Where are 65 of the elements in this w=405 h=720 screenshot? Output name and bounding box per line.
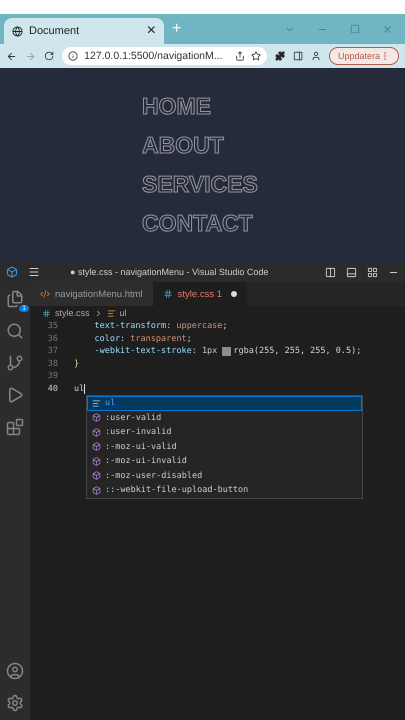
code-line: text-transform: uppercase; — [93, 321, 228, 332]
code-icon — [40, 289, 50, 299]
hash-icon — [42, 308, 51, 318]
customize-layout-icon[interactable] — [367, 266, 378, 278]
suggestion-item[interactable]: :-moz-ui-invalid — [87, 454, 362, 468]
unsaved-dot-icon[interactable] — [231, 291, 238, 297]
editor-tab[interactable]: navigationMenu.html — [30, 282, 153, 306]
breadcrumb-item[interactable]: style.css — [55, 308, 90, 318]
text-cursor — [84, 384, 86, 394]
code-line: color: transparent; — [93, 334, 192, 344]
settings-icon[interactable] — [6, 694, 24, 712]
update-button[interactable]: Uppdatera — [328, 47, 400, 65]
browser-tab[interactable]: Document × — [4, 18, 164, 44]
bookmark-star-icon[interactable] — [250, 51, 261, 61]
address-field[interactable]: 127.0.0.1:5500/navigationM... — [62, 47, 267, 65]
close-tab-button[interactable]: × — [146, 22, 156, 40]
line-number: 38 — [46, 358, 59, 369]
share-icon[interactable] — [234, 51, 245, 61]
suggestion-item[interactable]: :-moz-ui-valid — [87, 440, 362, 454]
source-control-icon[interactable] — [6, 354, 24, 372]
reload-icon[interactable] — [44, 50, 54, 62]
layout-icon[interactable] — [325, 266, 336, 278]
account-icon[interactable] — [6, 662, 24, 680]
url-text: 127.0.0.1:5500/navigationM... — [84, 50, 223, 62]
suggestion-item[interactable]: :-moz-user-disabled — [87, 468, 362, 483]
nav-link[interactable]: SERVICES — [142, 172, 258, 196]
suggestion-item[interactable]: ::-webkit-file-upload-button — [87, 483, 362, 498]
explorer-icon[interactable] — [6, 290, 24, 308]
cube-icon — [92, 428, 101, 437]
menu-icon[interactable] — [28, 266, 40, 278]
panel-icon[interactable] — [346, 266, 357, 278]
cube-icon — [92, 456, 101, 466]
run-debug-icon[interactable] — [6, 386, 24, 404]
cube-icon — [92, 442, 101, 452]
cube-icon — [92, 471, 101, 480]
puzzle-icon[interactable] — [274, 50, 285, 62]
info-icon — [68, 51, 78, 61]
profile-icon[interactable] — [310, 50, 321, 62]
tab-title: Document — [29, 25, 80, 37]
cube-icon — [92, 413, 101, 422]
keyword-icon — [92, 398, 101, 408]
suggestion-item[interactable]: ul — [87, 396, 362, 410]
code-line: -webkit-text-stroke: 1px rgba(255, 255, 255, 0.5); — [93, 346, 362, 356]
code-line: ul — [74, 384, 84, 394]
editor-tab[interactable]: style.css 1 — [152, 282, 248, 306]
cube-icon — [92, 486, 101, 495]
line-number: 37 — [46, 346, 59, 356]
suggestion-item[interactable]: :user-invalid — [87, 425, 362, 440]
window-title: ● style.css - navigationMenu - Visual Studio Code — [70, 267, 268, 277]
hash-icon — [162, 289, 173, 299]
nav-link[interactable]: HOME — [142, 94, 211, 118]
extensions-icon[interactable] — [6, 418, 24, 436]
side-panel-icon[interactable] — [292, 50, 303, 62]
search-icon[interactable] — [6, 322, 24, 340]
line-number: 39 — [46, 371, 59, 382]
line-number: 40 — [46, 384, 59, 394]
nav-link[interactable]: ABOUT — [142, 133, 224, 157]
globe-icon — [12, 26, 23, 36]
suggestion-item[interactable]: :user-valid — [87, 410, 362, 425]
symbol-icon — [106, 308, 116, 318]
nav-link[interactable]: CONTACT — [142, 211, 253, 235]
breadcrumb-item[interactable]: ul — [120, 308, 127, 318]
line-number: 35 — [46, 321, 59, 332]
line-number: 36 — [46, 334, 59, 344]
code-line: } — [74, 358, 80, 369]
